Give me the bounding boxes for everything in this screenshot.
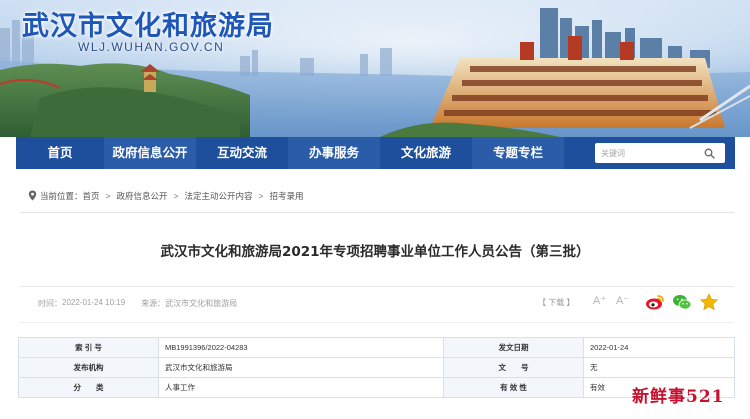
search-input[interactable] (595, 144, 699, 162)
category-value: 人事工作 (158, 377, 444, 398)
article-title: 武汉市文化和旅游局2021年专项招聘事业单位工作人员公告（第三批） (160, 244, 590, 260)
breadcrumb-item-recruitment[interactable]: 招考录用 (269, 190, 303, 202)
font-decrease-button[interactable]: A⁻ (616, 294, 629, 307)
main-nav: 首页 政府信息公开 互动交流 办事服务 文化旅游 专题专栏 (16, 137, 735, 169)
wechat-icon[interactable] (672, 293, 692, 311)
breadcrumb: 当前位置： 首页 > 政府信息公开 > 法定主动公开内容 > 招考录用 (28, 188, 303, 204)
source-label: 来源： (141, 299, 166, 308)
index-number-label: 索 引 号 (18, 337, 159, 358)
table-row: 索 引 号 MB1991396/2022-04283 发文日期 2022-01-… (18, 337, 735, 358)
nav-item-culture-tourism[interactable]: 文化旅游 (380, 137, 472, 169)
site-title[interactable]: 武汉市文化和旅游局 (22, 4, 274, 43)
issue-date-value: 2022-01-24 (583, 337, 735, 358)
search-box (595, 143, 725, 163)
document-number-value: 无 (583, 357, 735, 378)
meta-divider-bottom (20, 322, 734, 323)
meta-divider-top (20, 286, 734, 287)
table-row: 分 类 人事工作 有 效 性 有效 (18, 377, 735, 398)
nav-item-home[interactable]: 首页 (16, 137, 104, 169)
weibo-icon[interactable] (645, 293, 665, 311)
breadcrumb-separator: > (105, 191, 111, 201)
nav-item-special-topics[interactable]: 专题专栏 (472, 137, 564, 169)
font-increase-button[interactable]: A⁺ (593, 294, 606, 307)
table-row: 发布机构 武汉市文化和旅游局 文 号 无 (18, 357, 735, 378)
validity-label: 有 效 性 (443, 377, 584, 398)
publisher-value: 武汉市文化和旅游局 (158, 357, 444, 378)
breadcrumb-separator: > (173, 191, 179, 201)
nav-item-services[interactable]: 办事服务 (288, 137, 380, 169)
location-pin-icon (28, 190, 37, 203)
star-icon[interactable] (699, 293, 719, 311)
site-banner: 武汉市文化和旅游局 WLJ.WUHAN.GOV.CN (0, 0, 750, 137)
breadcrumb-separator: > (258, 191, 264, 201)
document-number-label: 文 号 (443, 357, 584, 378)
breadcrumb-divider (20, 212, 734, 213)
nav-item-gov-info[interactable]: 政府信息公开 (104, 137, 196, 169)
watermark: 新鲜事521 (632, 387, 725, 407)
site-url[interactable]: WLJ.WUHAN.GOV.CN (78, 40, 224, 54)
download-link[interactable]: 【 下载 】 (538, 297, 574, 308)
publisher-label: 发布机构 (18, 357, 159, 378)
search-icon[interactable] (699, 143, 719, 163)
index-number-value: MB1991396/2022-04283 (158, 337, 444, 358)
breadcrumb-location-label: 当前位置： (40, 191, 83, 201)
issue-date-label: 发文日期 (443, 337, 584, 358)
publish-time-label: 时间： (38, 299, 62, 308)
category-label: 分 类 (18, 377, 159, 398)
publish-time-value: 2022-01-24 10:19 (62, 298, 126, 307)
nav-item-interaction[interactable]: 互动交流 (196, 137, 288, 169)
breadcrumb-item-statutory[interactable]: 法定主动公开内容 (184, 190, 252, 202)
source-value: 武汉市文化和旅游局 (165, 299, 238, 308)
article-meta: 时间： 2022-01-24 10:19 来源： 武汉市文化和旅游局 (38, 298, 237, 309)
breadcrumb-item-gov-info[interactable]: 政府信息公开 (117, 190, 168, 202)
document-info-table: 索 引 号 MB1991396/2022-04283 发文日期 2022-01-… (18, 337, 735, 398)
breadcrumb-item-home[interactable]: 首页 (83, 190, 100, 202)
